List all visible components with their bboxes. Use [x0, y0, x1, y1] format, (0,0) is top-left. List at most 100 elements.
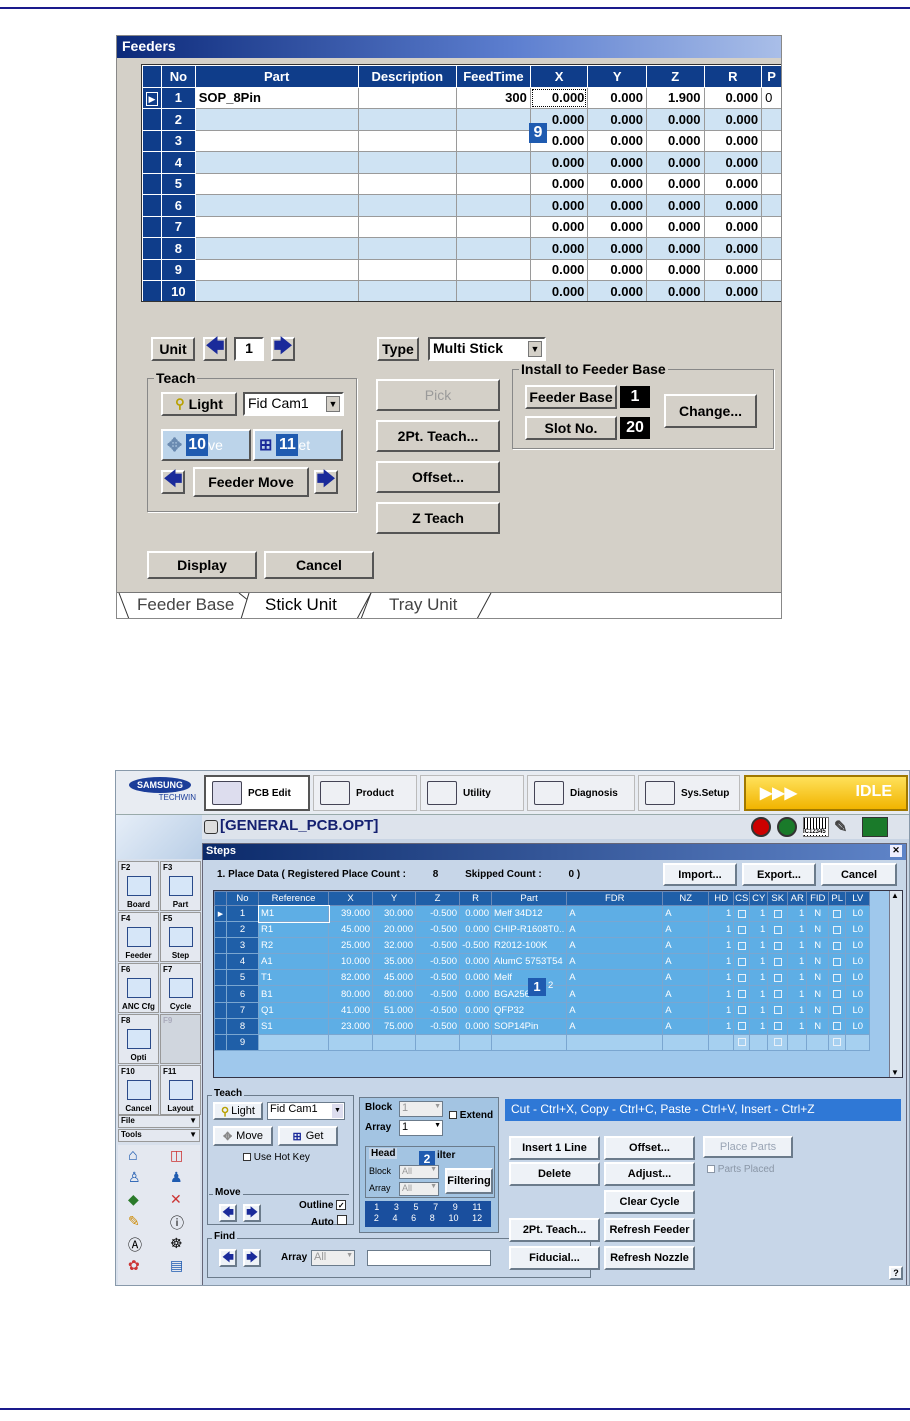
cell-part[interactable]	[194, 280, 359, 301]
cell-part[interactable]	[194, 151, 359, 174]
checkbox-cs[interactable]	[737, 957, 746, 966]
cell-sk[interactable]	[767, 953, 789, 971]
table-row[interactable]: 4 0.000 0.000 0.000 0.000	[142, 151, 781, 174]
cell-cy[interactable]: 1	[749, 1001, 769, 1019]
cell-y[interactable]: 0.000	[587, 280, 647, 301]
head-block-select[interactable]: All ▼	[399, 1165, 439, 1179]
cell-y[interactable]: 32.000	[372, 937, 416, 955]
feeder-move-button[interactable]: Feeder Move	[193, 467, 309, 497]
menu-sys-setup[interactable]: Sys.Setup	[638, 775, 740, 811]
cell-no[interactable]: 1	[226, 904, 259, 923]
cell-y[interactable]: 0.000	[587, 129, 647, 152]
cell-fdr[interactable]: A	[566, 985, 664, 1003]
tools-menu[interactable]: Tools ▼	[118, 1129, 200, 1142]
cell-r[interactable]: 0.000	[459, 985, 492, 1003]
table-row[interactable]: 7 Q1 41.000 51.000 -0.500 0.000 QFP32 A A 1 1 1 N L0	[214, 1001, 871, 1019]
head-number[interactable]: 7	[433, 1202, 438, 1212]
steps-light-button[interactable]: ⚲ Light	[213, 1102, 263, 1120]
row-selector[interactable]	[214, 953, 227, 971]
table-row[interactable]: 10 0.000 0.000 0.000 0.000	[142, 280, 781, 301]
cell-ar[interactable]	[787, 1033, 808, 1051]
cell-no[interactable]: 6	[226, 985, 259, 1003]
cell-lv[interactable]: L0	[845, 985, 871, 1003]
pick-button[interactable]: Pick	[376, 379, 500, 411]
cell-fid[interactable]: N	[806, 904, 830, 923]
cell-feed[interactable]	[456, 215, 531, 238]
cell-ref[interactable]: M1	[257, 904, 330, 923]
table-row[interactable]: ▶ 1 SOP_8Pin 300 0.000 0.000 1.900 0.000 0	[142, 86, 781, 109]
tool-icon-9[interactable]: Ⓐ	[128, 1235, 142, 1255]
table-row[interactable]: 4 A1 10.000 35.000 -0.500 0.000 AlumC 5753T54 A…	[214, 953, 871, 971]
cell-cs[interactable]	[733, 985, 751, 1003]
checkbox-cs[interactable]	[737, 1022, 746, 1031]
cell-ref[interactable]	[258, 1033, 329, 1051]
column-header-pl[interactable]: PL	[828, 891, 847, 906]
steps-get-button[interactable]: ⊞ Get	[278, 1126, 338, 1146]
cell-x[interactable]: 0.000	[529, 237, 589, 260]
cell-feed[interactable]	[456, 172, 531, 195]
camera-tool-icon[interactable]: ✎	[834, 817, 847, 837]
cell-z[interactable]: 0.000	[645, 129, 705, 152]
column-header-x[interactable]: X	[328, 891, 373, 906]
place-parts-button[interactable]: Place Parts	[703, 1136, 793, 1158]
cell-y[interactable]: 20.000	[372, 921, 416, 939]
column-header-cy[interactable]: CY	[749, 891, 769, 906]
cell-desc[interactable]	[357, 108, 458, 131]
cell-fid[interactable]: N	[806, 1001, 830, 1019]
cell-ar[interactable]: 1	[787, 921, 808, 939]
cell-lv[interactable]: L0	[845, 969, 871, 987]
head-number[interactable]: 12	[472, 1213, 482, 1223]
clear-cycle-button[interactable]: Clear Cycle	[604, 1190, 695, 1214]
cell-ar[interactable]: 1	[787, 953, 808, 971]
cell-cs[interactable]	[733, 969, 751, 987]
cell-y[interactable]: 0.000	[587, 194, 647, 217]
column-header-feed[interactable]: FeedTime	[456, 65, 531, 88]
head-number[interactable]: 5	[414, 1202, 419, 1212]
cell-cy[interactable]: 1	[749, 985, 769, 1003]
checkbox-cs[interactable]	[737, 925, 746, 934]
cell-feed[interactable]	[456, 237, 531, 260]
row-selector[interactable]	[142, 151, 162, 174]
cell-x[interactable]: 0.000	[529, 215, 589, 238]
cell-sk[interactable]	[767, 937, 789, 955]
row-selector[interactable]	[142, 215, 162, 238]
head-number[interactable]: 9	[453, 1202, 458, 1212]
cell-r[interactable]: 0.000	[703, 151, 763, 174]
cell-cs[interactable]	[733, 921, 751, 939]
tool-icon-2[interactable]: ◫	[170, 1147, 183, 1164]
cell-pl[interactable]	[828, 969, 847, 987]
cell-cy[interactable]: 1	[749, 969, 769, 987]
column-header-z[interactable]: Z	[415, 891, 460, 906]
cell-p[interactable]	[761, 129, 781, 152]
cell-p[interactable]	[761, 108, 781, 131]
cell-p[interactable]: 0	[761, 86, 781, 109]
home-icon[interactable]: ⌂	[128, 1147, 138, 1165]
cell-desc[interactable]	[357, 151, 458, 174]
cell-r[interactable]: 0.000	[703, 280, 763, 301]
cell-z[interactable]: 0.000	[645, 172, 705, 195]
cell-sk[interactable]	[767, 985, 789, 1003]
checkbox-sk[interactable]	[773, 1038, 782, 1047]
cell-fdr[interactable]: A	[566, 904, 664, 923]
cell-pl[interactable]	[828, 904, 847, 923]
cell-desc[interactable]	[357, 280, 458, 301]
tool-icon-11[interactable]: ✿	[128, 1257, 140, 1274]
checkbox-pl[interactable]	[833, 957, 842, 966]
light-button[interactable]: ⚲ Light	[161, 392, 237, 416]
cell-y[interactable]: 0.000	[587, 151, 647, 174]
row-selector[interactable]	[214, 1017, 227, 1035]
cell-hd[interactable]	[708, 1033, 735, 1051]
cell-fid[interactable]: N	[806, 969, 830, 987]
cell-ref[interactable]: S1	[258, 1017, 329, 1035]
cell-x[interactable]: 0.000	[529, 194, 589, 217]
cell-pl[interactable]	[828, 985, 847, 1003]
table-row[interactable]: 5 0.000 0.000 0.000 0.000	[142, 172, 781, 195]
cell-z[interactable]: -0.500	[415, 1017, 460, 1035]
row-selector[interactable]	[142, 237, 162, 260]
camera-select[interactable]: Fid Cam1 ▼	[243, 392, 344, 416]
row-selector[interactable]	[214, 921, 227, 939]
table-row[interactable]: 3 R2 25.000 32.000 -0.500 -0.500 R2012-100K A A 1…	[214, 937, 871, 955]
column-header-part[interactable]: Part	[194, 65, 359, 88]
unit-next-button[interactable]: 🡆	[271, 336, 295, 361]
cell-part[interactable]: AlumC 5753T54	[490, 953, 568, 971]
